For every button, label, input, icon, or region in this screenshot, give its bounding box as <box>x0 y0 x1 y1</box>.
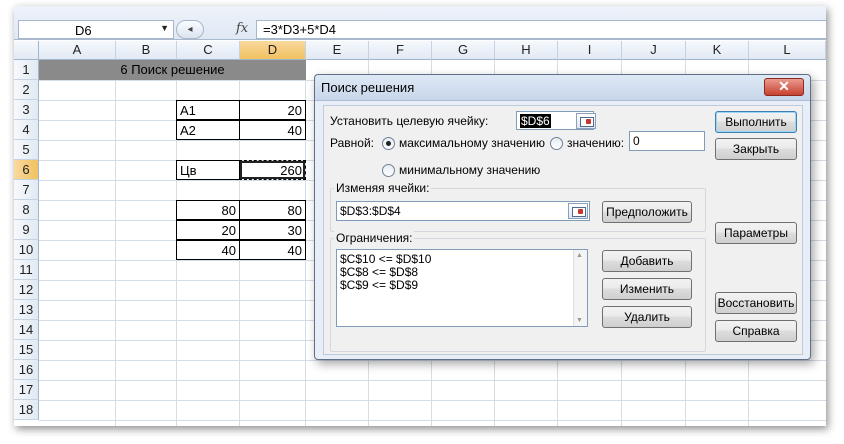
max-radio-label[interactable]: максимальному значению <box>399 136 545 150</box>
min-radio-label[interactable]: минимальному значению <box>399 163 540 177</box>
row-header-3[interactable]: 3 <box>14 100 39 120</box>
column-header-l[interactable]: L <box>749 41 826 60</box>
guess-button[interactable]: Предположить <box>602 201 692 223</box>
column-header-j[interactable]: J <box>622 41 686 60</box>
row-header-13[interactable]: 13 <box>14 300 39 320</box>
name-box-value: D6 <box>75 23 92 38</box>
column-header-c[interactable]: C <box>177 41 240 60</box>
collapse-changing-icon[interactable] <box>568 203 588 219</box>
formula-input[interactable]: =3*D3+5*D4 <box>256 20 826 39</box>
row-header-2[interactable]: 2 <box>14 80 39 100</box>
row-header-12[interactable]: 12 <box>14 280 39 300</box>
min-radio[interactable] <box>382 164 395 177</box>
equal-to-label: Равной: <box>330 136 374 150</box>
add-button[interactable]: Добавить <box>602 250 692 272</box>
column-header-k[interactable]: K <box>686 41 749 60</box>
row-header-16[interactable]: 16 <box>14 360 39 380</box>
value-input[interactable]: 0 <box>629 131 705 151</box>
cell-d9[interactable]: 30 <box>239 220 306 240</box>
change-button[interactable]: Изменить <box>602 278 692 300</box>
cell-c8[interactable]: 80 <box>176 200 240 220</box>
collapse-dialog-icon[interactable] <box>576 113 596 129</box>
help-button[interactable]: Справка <box>715 320 797 342</box>
cell-c9[interactable]: 20 <box>176 220 240 240</box>
expand-icon[interactable]: ◂ <box>176 20 204 39</box>
close-button[interactable]: Закрыть <box>715 138 797 160</box>
cell-c6[interactable]: Цв <box>176 160 240 180</box>
row-header-17[interactable]: 17 <box>14 380 39 400</box>
chevron-down-icon[interactable]: ▼ <box>160 23 169 33</box>
row-header-11[interactable]: 11 <box>14 260 39 280</box>
column-header-d[interactable]: D <box>240 41 306 60</box>
formula-controls: ◂ fx <box>174 20 254 39</box>
row-header-10[interactable]: 10 <box>14 240 39 260</box>
constraints-list[interactable]: $C$10 <= $D$10 $C$8 <= $D$8 $C$9 <= $D$9… <box>336 249 588 327</box>
reset-all-button[interactable]: Восстановить <box>715 292 797 314</box>
row-header-15[interactable]: 15 <box>14 340 39 360</box>
row-header-4[interactable]: 4 <box>14 120 39 140</box>
dialog-body: Установить целевую ячейку: $D$6 Равной: … <box>323 105 803 355</box>
column-header-g[interactable]: G <box>432 41 495 60</box>
column-header-i[interactable]: I <box>558 41 622 60</box>
column-header-e[interactable]: E <box>306 41 369 60</box>
value-radio-label[interactable]: значению: <box>567 136 624 150</box>
target-cell-value: $D$6 <box>520 114 551 128</box>
row-header-8[interactable]: 8 <box>14 200 39 220</box>
row-header-18[interactable]: 18 <box>14 400 39 420</box>
row-header-5[interactable]: 5 <box>14 140 39 160</box>
solve-button[interactable]: Выполнить <box>715 111 797 133</box>
cell-d6-active[interactable]: 260 <box>239 160 306 180</box>
constraint-item[interactable]: $C$9 <= $D$9 <box>337 279 587 292</box>
row-header-6[interactable]: 6 <box>14 160 39 180</box>
cell-d4[interactable]: 40 <box>239 120 306 140</box>
options-button[interactable]: Параметры <box>715 222 797 244</box>
close-icon[interactable]: ✕ <box>764 78 804 96</box>
column-header-f[interactable]: F <box>369 41 432 60</box>
row-header-7[interactable]: 7 <box>14 180 39 200</box>
solver-dialog: Поиск решения ✕ Установить целевую ячейк… <box>314 74 811 360</box>
changing-cells-input[interactable]: $D$3:$D$4 <box>336 201 590 221</box>
cell-c4[interactable]: A2 <box>176 120 240 140</box>
dialog-titlebar[interactable]: Поиск решения ✕ <box>315 75 810 101</box>
row-header-9[interactable]: 9 <box>14 220 39 240</box>
cell-d10[interactable]: 40 <box>239 240 306 260</box>
constraints-label: Ограничения: <box>334 231 415 245</box>
merged-title-cell[interactable]: 6 Поиск решение <box>39 60 306 80</box>
column-header-b[interactable]: B <box>116 41 177 60</box>
cell-d8[interactable]: 80 <box>239 200 306 220</box>
max-radio[interactable] <box>382 137 395 150</box>
name-box[interactable]: D6 ▼ <box>18 20 174 39</box>
cell-c10[interactable]: 40 <box>176 240 240 260</box>
scroll-up-icon[interactable]: ▲ <box>576 252 583 259</box>
dialog-title: Поиск решения <box>321 80 415 95</box>
row-header-1[interactable]: 1 <box>14 60 39 80</box>
value-radio[interactable] <box>550 137 563 150</box>
scroll-down-icon[interactable]: ▼ <box>576 317 583 324</box>
formula-bar: D6 ▼ ◂ fx =3*D3+5*D4 <box>14 6 826 40</box>
list-scrollbar[interactable]: ▲ ▼ <box>573 250 587 326</box>
row-header-14[interactable]: 14 <box>14 320 39 340</box>
column-header-h[interactable]: H <box>495 41 558 60</box>
cell-d3[interactable]: 20 <box>239 100 306 120</box>
cell-c3[interactable]: A1 <box>176 100 240 120</box>
column-header-a[interactable]: A <box>39 41 116 60</box>
delete-button[interactable]: Удалить <box>602 306 692 328</box>
select-all-corner[interactable] <box>14 41 39 60</box>
target-cell-label: Установить целевую ячейку: <box>330 114 489 128</box>
changing-cells-label: Изменяя ячейки: <box>334 181 432 195</box>
insert-function-icon[interactable]: fx <box>236 21 248 36</box>
